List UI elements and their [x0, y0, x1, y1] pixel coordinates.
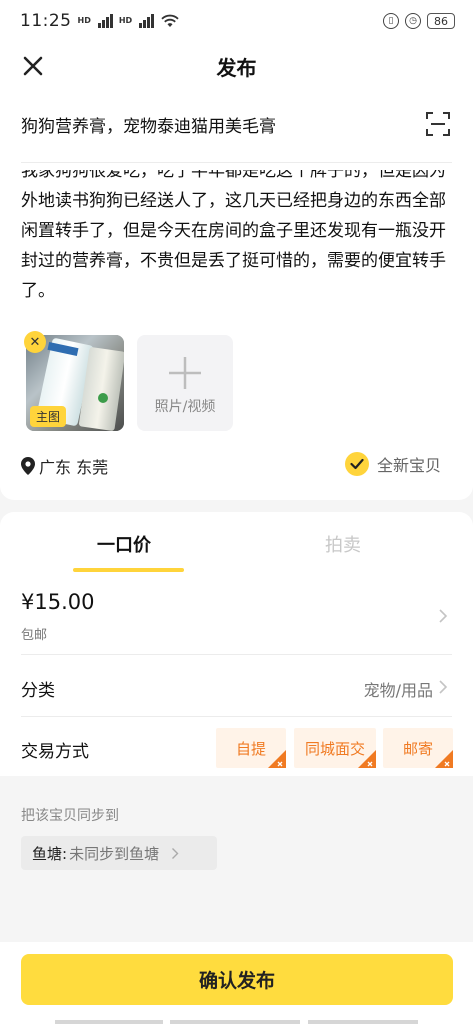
hd-icon: HD [77, 16, 91, 25]
trade-option-label: 邮寄 [402, 739, 433, 758]
category-value: 宠物/用品 [363, 681, 433, 700]
chevron-right-icon [439, 609, 448, 623]
trade-option-local[interactable]: 同城面交 [294, 728, 376, 768]
category-label: 分类 [21, 681, 55, 701]
trade-option-label: 自提 [235, 739, 266, 758]
shipping-label: 包邮 [21, 628, 48, 643]
chevron-right-icon [439, 680, 448, 694]
description-text: 我家狗狗很爱吃，吃了半年都是吃这个牌子的，但是因为外地读书狗狗已经送人了，这几天… [21, 170, 446, 301]
footer: 确认发布 [0, 942, 473, 1024]
tab-auction[interactable]: 拍卖 [325, 531, 361, 557]
remove-corner-icon [268, 750, 286, 768]
main-photo-badge: 主图 [30, 406, 67, 427]
nav-hint-bar [308, 1020, 418, 1024]
hd-icon-2: HD [118, 16, 133, 25]
scan-icon[interactable] [424, 110, 452, 138]
status-right: ▯ ◷ 86 [383, 13, 455, 29]
title-input[interactable]: 狗狗营养膏，宠物泰迪猫用美毛膏 [21, 112, 276, 137]
delete-photo-icon[interactable]: ✕ [24, 331, 46, 353]
item-form-card: 狗狗营养膏，宠物泰迪猫用美毛膏 我家狗狗很爱吃，吃了半年都是吃这个牌子的，但是因… [0, 90, 473, 500]
trade-option-mail[interactable]: 邮寄 [383, 728, 453, 768]
location-pin-icon [21, 457, 35, 475]
pond-value: 未同步到鱼塘 [69, 844, 160, 863]
wifi-icon [161, 14, 179, 27]
brand-new-toggle[interactable]: 全新宝贝 [345, 452, 441, 476]
add-media-label: 照片/视频 [154, 399, 216, 415]
location-text: 广东 东莞 [39, 458, 109, 477]
alarm-icon: ◷ [405, 13, 421, 29]
remove-corner-icon [435, 750, 453, 768]
status-time: 11:25 [20, 11, 72, 31]
confirm-publish-button[interactable]: 确认发布 [21, 954, 453, 1005]
description-area[interactable]: 我家狗狗很爱吃，吃了半年都是吃这个牌子的，但是因为外地读书狗狗已经送人了，这几天… [21, 170, 453, 320]
tab-fixed-price[interactable]: 一口价 [97, 531, 151, 557]
pricing-card: 一口价 拍卖 ¥15.00 包邮 分类 宠物/用品 交易方式 自提 同城面交 邮… [0, 512, 473, 776]
divider [21, 162, 452, 163]
signal-icon [97, 14, 113, 28]
page-title: 发布 [216, 56, 257, 80]
battery-icon: 86 [427, 13, 455, 29]
divider [21, 654, 452, 655]
nav-hint-bar [170, 1020, 300, 1024]
trade-option-pickup[interactable]: 自提 [216, 728, 286, 768]
sync-section: 把该宝贝同步到 鱼塘: 未同步到鱼塘 [0, 776, 473, 942]
sync-title: 把该宝贝同步到 [21, 808, 119, 824]
pond-label: 鱼塘: [32, 844, 68, 863]
check-icon [345, 452, 369, 476]
location-selector[interactable]: 广东 东莞 [21, 454, 108, 478]
nav-bar: 发布 [0, 42, 473, 90]
remove-corner-icon [358, 750, 376, 768]
plus-icon [169, 357, 201, 389]
price-value: ¥15.00 [21, 590, 95, 614]
trade-option-label: 同城面交 [304, 739, 365, 758]
add-media-button[interactable]: 照片/视频 [137, 335, 233, 431]
trade-method-label: 交易方式 [21, 742, 89, 762]
divider [21, 716, 452, 717]
brand-new-label: 全新宝贝 [377, 456, 442, 475]
status-left: 11:25 HD HD [20, 11, 180, 31]
tab-indicator [73, 568, 184, 572]
nav-hint-bar [55, 1020, 163, 1024]
status-bar: 11:25 HD HD ▯ ◷ 86 [0, 0, 473, 42]
chevron-right-icon [172, 847, 179, 859]
vibrate-icon: ▯ [383, 13, 399, 29]
pond-sync-button[interactable]: 鱼塘: 未同步到鱼塘 [21, 836, 217, 870]
signal-icon-2 [139, 14, 155, 28]
